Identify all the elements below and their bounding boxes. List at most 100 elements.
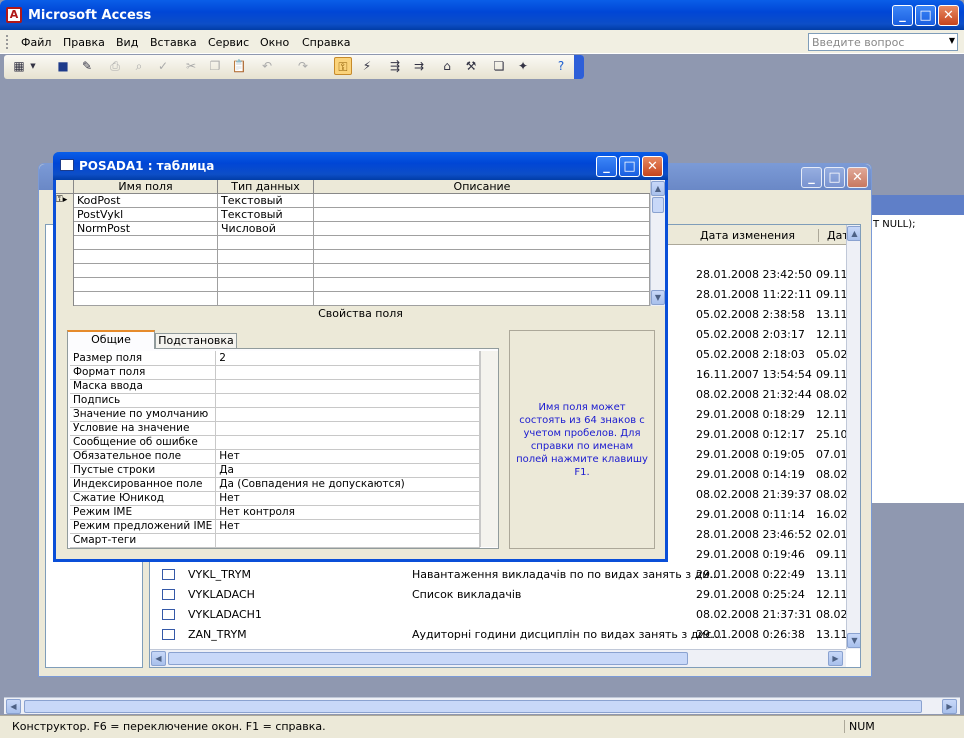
new-object-icon[interactable]: ✦	[514, 57, 532, 75]
field-row[interactable]	[56, 250, 650, 264]
list-scroll-right-icon[interactable]: ▶	[828, 651, 843, 666]
list-scroll-up-icon[interactable]: ▲	[847, 226, 860, 241]
property-row[interactable]: Сжатие Юникод Нет	[70, 491, 480, 506]
property-value[interactable]: Да	[215, 463, 480, 478]
field-row[interactable]	[56, 278, 650, 292]
property-value[interactable]: Нет	[215, 519, 480, 534]
property-value[interactable]	[215, 407, 480, 422]
property-row[interactable]: Режим предложений IME Нет	[70, 519, 480, 534]
property-value[interactable]: 2	[215, 351, 480, 366]
description-cell[interactable]	[314, 194, 650, 208]
property-row[interactable]: Режим IME Нет контроля	[70, 505, 480, 520]
row-selector[interactable]	[56, 292, 74, 306]
grid-scroll-thumb[interactable]	[652, 197, 664, 213]
property-value[interactable]	[215, 393, 480, 408]
data-type-cell[interactable]: Текстовый	[218, 194, 314, 208]
property-row[interactable]: Условие на значение	[70, 421, 480, 436]
grid-scroll-down-icon[interactable]: ▼	[651, 290, 665, 305]
app-maximize-button[interactable]: □	[915, 5, 936, 26]
properties-icon[interactable]: ✎	[78, 57, 96, 75]
property-value[interactable]	[215, 365, 480, 380]
help-icon[interactable]: ?	[552, 57, 570, 75]
props-vscroll[interactable]	[480, 351, 498, 547]
row-selector[interactable]	[56, 208, 74, 222]
app-close-button[interactable]: ✕	[938, 5, 959, 26]
print-preview-icon[interactable]: ⌕	[130, 57, 148, 75]
field-name-cell[interactable]	[74, 250, 218, 264]
list-scroll-down-icon[interactable]: ▼	[847, 633, 860, 648]
property-row[interactable]: Размер поля 2	[70, 351, 480, 366]
primary-key-icon[interactable]: ⚿	[334, 57, 352, 75]
field-row[interactable]	[56, 236, 650, 250]
col-modified-header[interactable]: Дата изменения	[700, 229, 795, 242]
main-scroll-left-icon[interactable]: ◀	[6, 699, 21, 714]
property-row[interactable]: Маска ввода	[70, 379, 480, 394]
field-name-cell[interactable]: PostVykl	[74, 208, 218, 222]
property-row[interactable]: Формат поля	[70, 365, 480, 380]
list-item[interactable]: VYKLADACH Список викладачів 29.01.2008 0:2…	[150, 585, 860, 605]
field-name-cell[interactable]: KodPost	[74, 194, 218, 208]
copy-icon[interactable]: ❐	[206, 57, 224, 75]
data-type-cell[interactable]	[218, 236, 314, 250]
data-type-cell[interactable]: Числовой	[218, 222, 314, 236]
row-selector[interactable]	[56, 250, 74, 264]
description-cell[interactable]	[314, 278, 650, 292]
field-properties-icon[interactable]: ⌂	[438, 57, 456, 75]
main-scroll-right-icon[interactable]: ▶	[942, 699, 957, 714]
property-value[interactable]	[215, 421, 480, 436]
description-cell[interactable]	[314, 236, 650, 250]
builder-icon[interactable]: ⚒	[462, 57, 480, 75]
view-dropdown-icon[interactable]: ▼	[28, 57, 38, 75]
dbwin-minimize-button[interactable]: _	[801, 167, 822, 188]
build-icon[interactable]: ⚡	[358, 57, 376, 75]
main-hscroll[interactable]: ◀ ▶	[4, 697, 960, 714]
grid-scroll-up-icon[interactable]: ▲	[651, 181, 665, 196]
field-row[interactable]: ⚿▸ KodPost Текстовый	[56, 194, 650, 208]
delete-rows-icon[interactable]: ⇉	[410, 57, 428, 75]
paste-icon[interactable]: 📋	[230, 57, 248, 75]
list-item[interactable]: VYKLADACH1 08.02.2008 21:37:31 08.02	[150, 605, 860, 625]
tab-lookup[interactable]: Подстановка	[155, 333, 237, 349]
property-value[interactable]	[215, 435, 480, 450]
description-cell[interactable]	[314, 264, 650, 278]
dbwin-close-button[interactable]: ✕	[847, 167, 868, 188]
row-selector[interactable]	[56, 278, 74, 292]
list-vscroll[interactable]: ▲ ▼	[846, 225, 860, 649]
spelling-icon[interactable]: ✓	[154, 57, 172, 75]
primary-key-icon[interactable]: ⚿▸	[56, 194, 74, 208]
list-item[interactable]: ZAN_TRYM Аудиторні години дисциплін по ви…	[150, 625, 860, 645]
design-minimize-button[interactable]: _	[596, 156, 617, 177]
table-view-icon[interactable]: ▦	[10, 57, 28, 75]
property-value[interactable]: Да (Совпадения не допускаются)	[215, 477, 480, 492]
toolbar-options-icon[interactable]	[574, 55, 584, 79]
tab-general[interactable]: Общие	[67, 330, 155, 349]
app-minimize-button[interactable]: _	[892, 5, 913, 26]
data-type-cell[interactable]	[218, 278, 314, 292]
description-cell[interactable]	[314, 292, 650, 306]
field-name-cell[interactable]	[74, 292, 218, 306]
field-row[interactable]	[56, 292, 650, 306]
menu-file[interactable]: Файл	[21, 36, 51, 49]
row-selector[interactable]	[56, 236, 74, 250]
property-value[interactable]: Нет	[215, 449, 480, 464]
property-row[interactable]: Смарт-теги	[70, 533, 480, 548]
row-selector[interactable]	[56, 264, 74, 278]
dbwin-maximize-button[interactable]: □	[824, 167, 845, 188]
insert-rows-icon[interactable]: ⇶	[386, 57, 404, 75]
property-row[interactable]: Обязательное поле Нет	[70, 449, 480, 464]
menu-help[interactable]: Справка	[302, 36, 350, 49]
design-maximize-button[interactable]: □	[619, 156, 640, 177]
description-cell[interactable]	[314, 250, 650, 264]
field-name-cell[interactable]	[74, 236, 218, 250]
description-cell[interactable]	[314, 222, 650, 236]
help-question-input[interactable]: Введите вопрос ▼	[808, 33, 958, 51]
field-name-cell[interactable]: NormPost	[74, 222, 218, 236]
field-row[interactable]: PostVykl Текстовый	[56, 208, 650, 222]
undo-icon[interactable]: ↶	[258, 57, 276, 75]
row-selector[interactable]	[56, 222, 74, 236]
design-close-button[interactable]: ✕	[642, 156, 663, 177]
field-row[interactable]	[56, 264, 650, 278]
description-cell[interactable]	[314, 208, 650, 222]
menu-tools[interactable]: Сервис	[208, 36, 249, 49]
menu-insert[interactable]: Вставка	[150, 36, 197, 49]
